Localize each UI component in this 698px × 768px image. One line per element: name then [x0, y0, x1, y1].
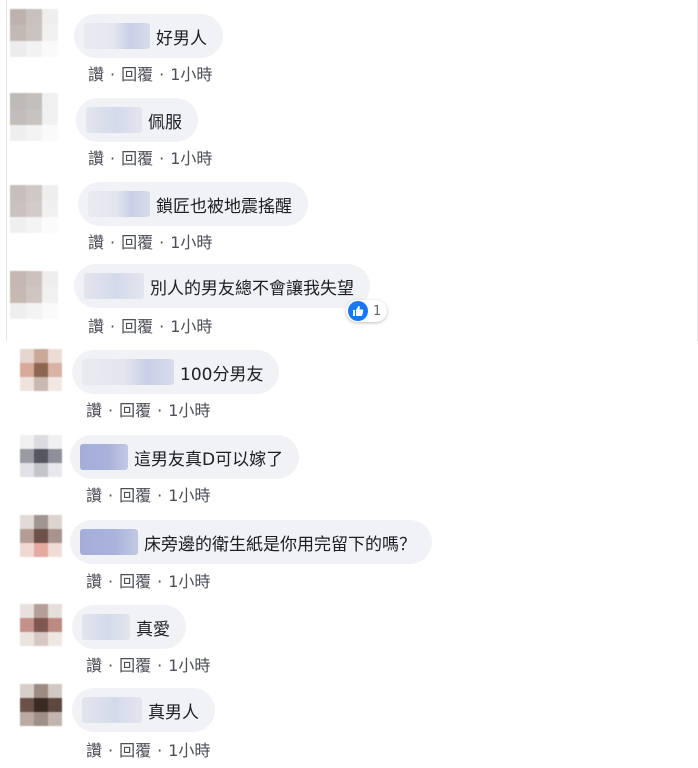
avatar[interactable]	[20, 684, 62, 726]
avatar[interactable]	[10, 9, 58, 57]
comment-item: 真愛 讚 · 回覆 · 1小時	[0, 595, 698, 680]
comment-bubble[interactable]: 別人的男友總不會讓我失望	[74, 264, 370, 308]
commenter-name[interactable]	[88, 191, 150, 217]
comment-bubble[interactable]: 好男人	[74, 14, 223, 58]
comment-actions: 讚 · 回覆 · 1小時	[86, 401, 211, 420]
timestamp[interactable]: 1小時	[168, 572, 210, 591]
timestamp[interactable]: 1小時	[170, 317, 212, 336]
reply-link[interactable]: 回覆	[121, 65, 153, 84]
avatar[interactable]	[20, 604, 62, 646]
comment-text: 這男友真D可以嫁了	[134, 449, 284, 470]
reply-link[interactable]: 回覆	[119, 572, 151, 591]
timestamp[interactable]: 1小時	[170, 65, 212, 84]
comment-text: 好男人	[156, 28, 207, 49]
avatar[interactable]	[10, 93, 58, 141]
comment-actions: 讚 · 回覆 · 1小時	[86, 572, 211, 591]
timestamp[interactable]: 1小時	[168, 741, 210, 760]
commenter-name[interactable]	[82, 697, 142, 723]
comment-bubble[interactable]: 真男人	[72, 688, 215, 732]
avatar[interactable]	[20, 435, 62, 477]
comment-bubble[interactable]: 床旁邊的衛生紙是你用完留下的嗎？	[70, 520, 432, 564]
reaction-badge[interactable]: 1	[346, 300, 388, 322]
comment-text: 床旁邊的衛生紙是你用完留下的嗎？	[144, 534, 416, 555]
comment-item: 鎖匠也被地震搖醒 讚 · 回覆 · 1小時	[0, 168, 698, 253]
comment-actions: 讚 · 回覆 · 1小時	[86, 741, 211, 760]
like-link[interactable]: 讚	[88, 233, 104, 252]
reaction-count: 1	[373, 303, 382, 319]
comment-item: 真男人 讚 · 回覆 · 1小時	[0, 680, 698, 765]
like-link[interactable]: 讚	[88, 149, 104, 168]
avatar[interactable]	[10, 271, 58, 319]
timestamp[interactable]: 1小時	[168, 401, 210, 420]
comment-bubble[interactable]: 這男友真D可以嫁了	[70, 435, 300, 479]
comment-actions: 讚 · 回覆 · 1小時	[86, 486, 211, 505]
comment-bubble[interactable]: 佩服	[76, 98, 198, 142]
thumbs-up-icon	[348, 301, 368, 321]
comment-item: 100分男友 讚 · 回覆 · 1小時	[0, 340, 698, 425]
like-link[interactable]: 讚	[86, 486, 102, 505]
reply-link[interactable]: 回覆	[119, 741, 151, 760]
avatar[interactable]	[10, 185, 58, 233]
comment-item: 這男友真D可以嫁了 讚 · 回覆 · 1小時	[0, 425, 698, 510]
comment-text: 鎖匠也被地震搖醒	[156, 196, 292, 217]
commenter-name[interactable]	[84, 23, 150, 49]
comment-actions: 讚 · 回覆 · 1小時	[88, 233, 213, 252]
comment-actions: 讚 · 回覆 · 1小時	[88, 317, 213, 336]
comment-item: 床旁邊的衛生紙是你用完留下的嗎？ 讚 · 回覆 · 1小時	[0, 510, 698, 595]
comment-bubble[interactable]: 真愛	[72, 605, 186, 649]
commenter-name[interactable]	[80, 444, 128, 470]
comment-text: 別人的男友總不會讓我失望	[150, 278, 354, 299]
avatar[interactable]	[20, 515, 62, 557]
timestamp[interactable]: 1小時	[168, 656, 210, 675]
like-link[interactable]: 讚	[86, 401, 102, 420]
comment-actions: 讚 · 回覆 · 1小時	[88, 65, 213, 84]
commenter-name[interactable]	[80, 529, 138, 555]
comment-actions: 讚 · 回覆 · 1小時	[88, 149, 213, 168]
comment-item: 佩服 讚 · 回覆 · 1小時	[0, 84, 698, 169]
like-link[interactable]: 讚	[88, 317, 104, 336]
reply-link[interactable]: 回覆	[121, 149, 153, 168]
reply-link[interactable]: 回覆	[119, 656, 151, 675]
reply-link[interactable]: 回覆	[121, 233, 153, 252]
like-link[interactable]: 讚	[88, 65, 104, 84]
commenter-name[interactable]	[82, 359, 174, 385]
timestamp[interactable]: 1小時	[170, 149, 212, 168]
comment-text: 佩服	[148, 112, 182, 133]
timestamp[interactable]: 1小時	[170, 233, 212, 252]
reply-link[interactable]: 回覆	[119, 401, 151, 420]
avatar[interactable]	[20, 349, 62, 391]
timestamp[interactable]: 1小時	[168, 486, 210, 505]
commenter-name[interactable]	[86, 107, 142, 133]
comment-item: 別人的男友總不會讓我失望 1 讚 · 回覆 · 1小時	[0, 252, 698, 337]
comment-text: 100分男友	[180, 364, 264, 385]
comment-bubble[interactable]: 100分男友	[72, 350, 280, 394]
comment-text: 真愛	[136, 619, 170, 640]
like-link[interactable]: 讚	[86, 656, 102, 675]
comment-bubble[interactable]: 鎖匠也被地震搖醒	[78, 182, 308, 226]
like-link[interactable]: 讚	[86, 741, 102, 760]
reply-link[interactable]: 回覆	[119, 486, 151, 505]
commenter-name[interactable]	[82, 614, 130, 640]
comment-actions: 讚 · 回覆 · 1小時	[86, 656, 211, 675]
comment-item: 好男人 讚 · 回覆 · 1小時	[0, 0, 698, 85]
like-link[interactable]: 讚	[86, 572, 102, 591]
reply-link[interactable]: 回覆	[121, 317, 153, 336]
commenter-name[interactable]	[84, 273, 144, 299]
comment-text: 真男人	[148, 702, 199, 723]
